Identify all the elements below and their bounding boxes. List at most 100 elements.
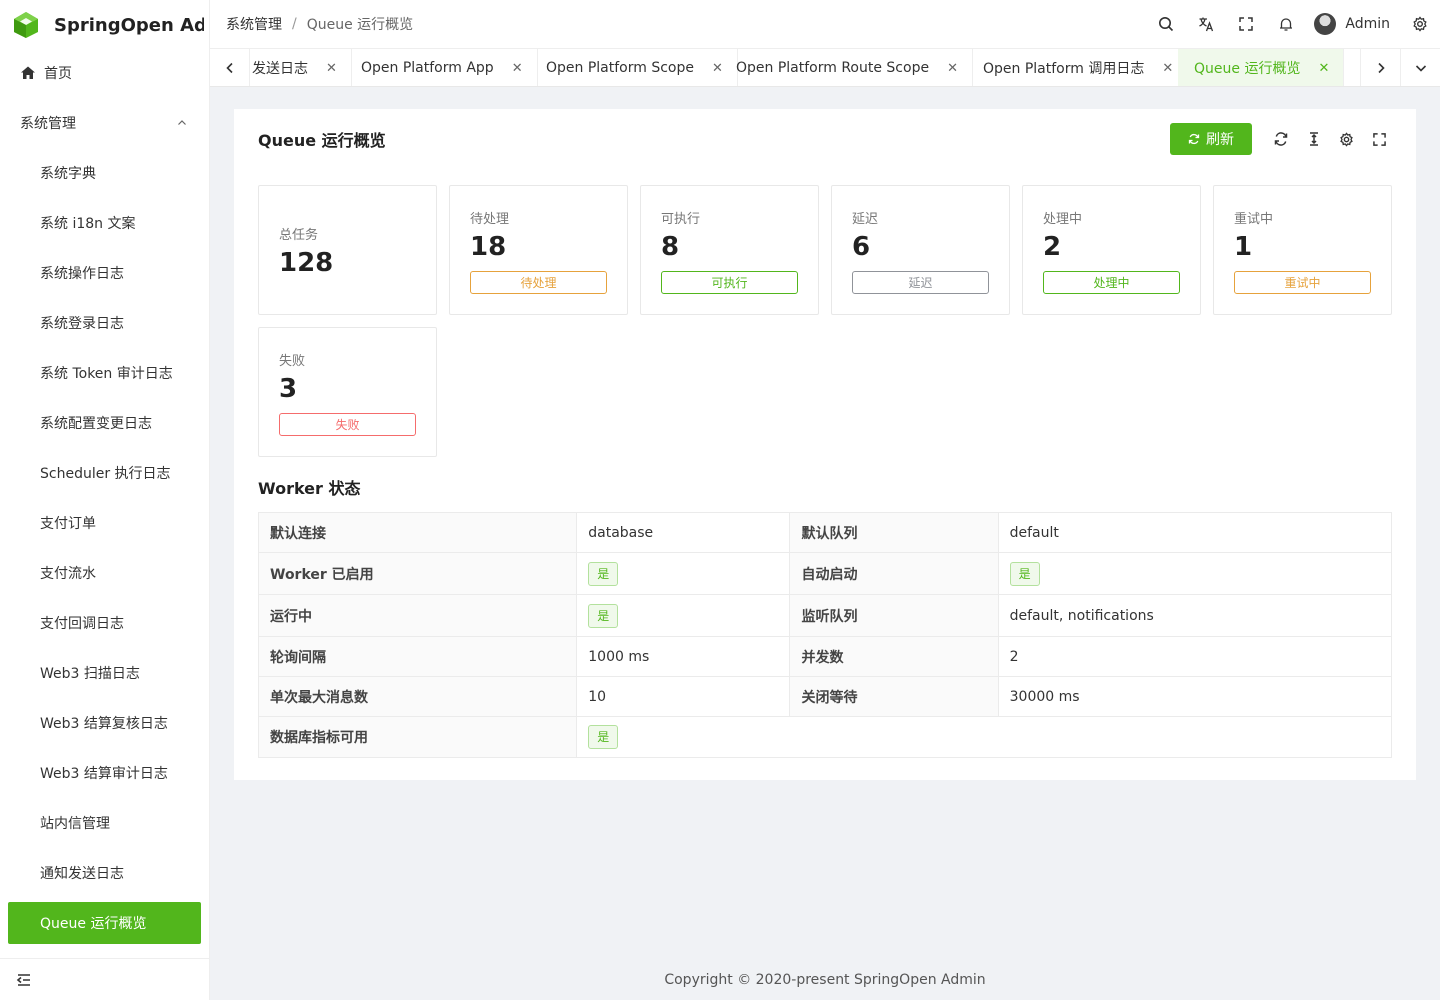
- status-badge: 是: [588, 725, 619, 749]
- fullscreen-icon: [1373, 132, 1386, 146]
- fullscreen-button[interactable]: [1226, 0, 1266, 48]
- tabs-menu-button[interactable]: [1400, 49, 1440, 86]
- tab[interactable]: Open Platform Route Scope ✕: [720, 49, 973, 86]
- stat-card: 总任务 128: [258, 185, 437, 315]
- stat-card: 待处理 18 待处理: [449, 185, 628, 315]
- stat-card: 延迟 6 延迟: [831, 185, 1010, 315]
- close-icon[interactable]: ✕: [947, 61, 958, 76]
- sidebar-item[interactable]: 系统登录日志: [0, 298, 209, 348]
- user-menu[interactable]: Admin: [1314, 13, 1390, 35]
- field-value: 1000 ms: [576, 636, 791, 677]
- status-badge: 是: [588, 561, 619, 586]
- table-row: 数据库指标可用是: [257, 716, 1392, 758]
- field-value: database: [576, 512, 791, 553]
- worker-section-title: Worker 状态: [258, 479, 361, 498]
- stat-value: 1: [1234, 232, 1253, 262]
- status-badge: 是: [1009, 561, 1040, 586]
- table-row: Worker 已启用是自动启动是: [257, 552, 1393, 595]
- column-settings-button[interactable]: [1330, 123, 1363, 155]
- gear-icon: [1340, 131, 1353, 147]
- app-logo[interactable]: SpringOpen Ad...: [0, 0, 209, 50]
- field-value: 是: [997, 552, 1393, 595]
- breadcrumb-item[interactable]: 系统管理: [226, 14, 282, 34]
- sidebar-item-label: 通知发送日志: [40, 866, 124, 882]
- refresh-label: 刷新: [1206, 132, 1234, 148]
- tabs-scroll-right-button[interactable]: [1360, 49, 1400, 86]
- search-button[interactable]: [1146, 0, 1186, 48]
- sidebar-item[interactable]: 系统 Token 审计日志: [0, 348, 209, 398]
- refresh-button[interactable]: 刷新: [1170, 123, 1252, 155]
- chevron-right-icon: [1377, 62, 1385, 74]
- close-icon[interactable]: ✕: [512, 61, 523, 76]
- close-icon[interactable]: ✕: [1318, 61, 1329, 76]
- tab-label: Open Platform Scope: [546, 60, 694, 76]
- tab[interactable]: Open Platform 调用日志 ✕: [967, 49, 1189, 86]
- sidebar-item[interactable]: 支付流水: [0, 548, 209, 598]
- status-badge: 是: [588, 603, 619, 628]
- sidebar-item[interactable]: 系统 i18n 文案: [0, 198, 209, 248]
- field-label: 轮询间隔: [257, 636, 578, 677]
- stat-label: 重试中: [1234, 212, 1274, 227]
- sidebar-item-queue-overview[interactable]: Queue 运行概览: [8, 902, 201, 944]
- stat-value: 128: [279, 248, 334, 278]
- header-actions: Admin: [1146, 0, 1440, 48]
- sidebar-item-label: 系统配置变更日志: [40, 416, 152, 432]
- field-value: default: [997, 512, 1393, 553]
- sidebar-item[interactable]: Web3 扫描日志: [0, 648, 209, 698]
- field-value: 是: [576, 716, 1392, 758]
- sidebar-item[interactable]: Web3 结算审计日志: [0, 748, 209, 798]
- tab[interactable]: Open Platform App ✕: [345, 49, 538, 86]
- notification-button[interactable]: [1266, 0, 1306, 48]
- sidebar-item-label: 系统 i18n 文案: [40, 216, 136, 232]
- sidebar-item[interactable]: Scheduler 执行日志: [0, 448, 209, 498]
- sidebar-item[interactable]: 系统操作日志: [0, 248, 209, 298]
- queue-overview-card: Queue 运行概览 刷新 总任务 128 待处理 18 待处理 可执行 8 可执行 延迟 6 延迟…: [234, 109, 1416, 780]
- sidebar-item[interactable]: 站内信管理: [0, 798, 209, 848]
- tabs-bar: 发送日志 ✕ Open Platform App ✕ Open Platform Sco…: [210, 48, 1440, 87]
- tab-label: Open Platform App: [361, 60, 494, 76]
- user-name: Admin: [1345, 16, 1390, 32]
- close-icon[interactable]: ✕: [1162, 61, 1173, 76]
- sidebar-item[interactable]: 系统配置变更日志: [0, 398, 209, 448]
- field-label: Worker 已启用: [257, 552, 578, 595]
- sidebar-item-label: Web3 扫描日志: [40, 666, 140, 682]
- tab-active[interactable]: Queue 运行概览 ✕: [1178, 49, 1345, 86]
- density-button[interactable]: [1297, 123, 1330, 155]
- close-icon[interactable]: ✕: [326, 61, 337, 76]
- sidebar-item[interactable]: 支付回调日志: [0, 598, 209, 648]
- status-badge: 处理中: [1043, 271, 1180, 294]
- reload-button[interactable]: [1264, 123, 1297, 155]
- sidebar-item[interactable]: Web3 结算复核日志: [0, 698, 209, 748]
- sidebar-item[interactable]: 支付订单: [0, 498, 209, 548]
- sidebar-item[interactable]: 通知发送日志: [0, 848, 209, 898]
- field-label: 数据库指标可用: [257, 716, 578, 758]
- tabs-scroll-left-button[interactable]: [210, 49, 250, 86]
- tab[interactable]: 发送日志 ✕: [236, 49, 352, 86]
- column-height-icon: [1309, 132, 1318, 146]
- card-fullscreen-button[interactable]: [1363, 123, 1396, 155]
- sidebar-item-label: Web3 结算审计日志: [40, 766, 168, 782]
- stat-card: 失败 3 失败: [258, 327, 437, 457]
- stat-value: 8: [661, 232, 680, 262]
- sidebar-item[interactable]: 系统字典: [0, 148, 209, 198]
- stat-value: 2: [1043, 232, 1062, 262]
- app-title: SpringOpen Ad...: [54, 14, 204, 36]
- language-button[interactable]: [1186, 0, 1226, 48]
- card-toolbar: 刷新: [1170, 123, 1396, 155]
- sidebar-item-label: 支付流水: [40, 566, 96, 582]
- sidebar-item-label: 系统 Token 审计日志: [40, 366, 173, 382]
- footer-copyright: Copyright © 2020-present SpringOpen Admi…: [664, 972, 986, 988]
- stat-value: 18: [470, 232, 507, 262]
- sidebar-item-label: 系统字典: [40, 166, 96, 182]
- tab-label: 发送日志: [252, 61, 308, 77]
- field-label: 默认连接: [257, 512, 578, 553]
- top-header: 系统管理 / Queue 运行概览 Admin: [210, 0, 1440, 48]
- settings-button[interactable]: [1400, 0, 1440, 48]
- sidebar-group-system[interactable]: 系统管理: [0, 98, 209, 148]
- sidebar-collapse-button[interactable]: [0, 958, 209, 1000]
- sidebar-item-home[interactable]: 首页: [0, 48, 209, 98]
- tab[interactable]: Open Platform Scope ✕: [530, 49, 738, 86]
- sidebar-item-label: 首页: [44, 66, 72, 82]
- tab-label: Open Platform 调用日志: [983, 61, 1145, 77]
- field-value: 是: [576, 594, 791, 637]
